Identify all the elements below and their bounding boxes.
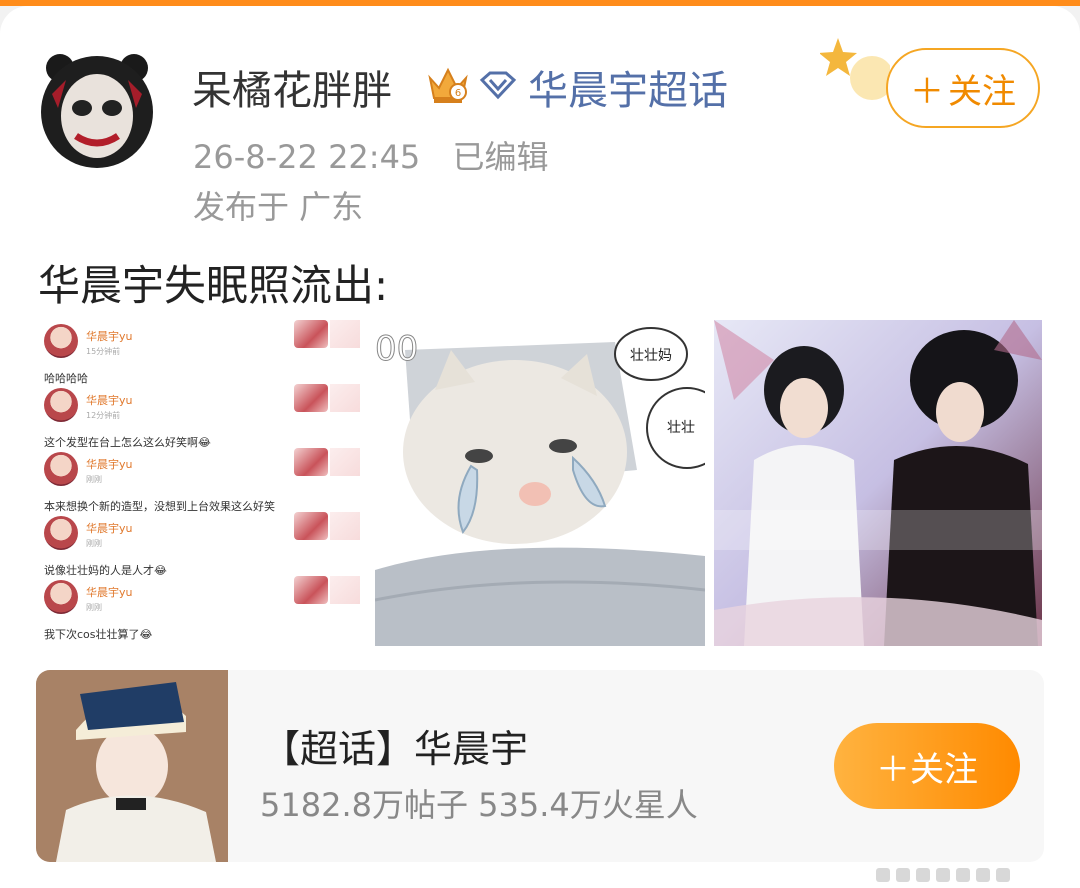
post-text: 华晨宇失眠照流出: bbox=[38, 261, 389, 310]
follow-user-button[interactable]: ＋ 关注 bbox=[886, 48, 1040, 128]
bubble-text-1: 壮壮妈 bbox=[630, 348, 672, 364]
chat-thumbnail bbox=[294, 576, 328, 604]
supertopic-card[interactable]: 【超话】华晨宇 5182.8万帖子 535.4万火星人 ＋ 关注 bbox=[36, 670, 1044, 862]
chat-time: 12分钟前 bbox=[86, 411, 121, 420]
chat-name: 华晨宇yu bbox=[86, 522, 133, 535]
chat-name: 华晨宇yu bbox=[86, 586, 133, 599]
follow-topic-button[interactable]: ＋ 关注 bbox=[834, 723, 1020, 809]
follow-label: 关注 bbox=[948, 71, 1016, 112]
bubble-text-2: 壮壮 bbox=[667, 420, 695, 436]
post-image-3[interactable] bbox=[714, 320, 1042, 646]
chat-thumbnail-faded bbox=[330, 576, 360, 604]
chat-thumbnail bbox=[294, 448, 328, 476]
post-meta-time: 26-8-22 22:45 已编辑 bbox=[193, 132, 548, 178]
chat-thumbnail-faded bbox=[330, 448, 360, 476]
chat-message: 这个发型在台上怎么这么好笑啊😂 bbox=[44, 436, 211, 449]
chat-name: 华晨宇yu bbox=[86, 330, 133, 343]
concert-poster-image bbox=[714, 320, 1042, 646]
post-time: 26-8-22 22:45 bbox=[193, 138, 421, 176]
chat-time: 刚刚 bbox=[86, 475, 102, 484]
plus-icon: ＋ bbox=[910, 71, 944, 112]
user-avatar[interactable] bbox=[38, 50, 156, 168]
supertopic-stats: 5182.8万帖子 535.4万火星人 bbox=[260, 786, 698, 824]
supertopic-title: 【超话】华晨宇 bbox=[262, 727, 529, 771]
supertopic-thumbnail bbox=[36, 670, 228, 862]
star-sticker-icon bbox=[820, 38, 890, 100]
more-indicator-icon bbox=[876, 868, 1010, 882]
chat-name: 华晨宇yu bbox=[86, 394, 133, 407]
post-card: 呆橘花胖胖 6 华晨宇超话 ＋ 关注 26-8-22 22:45 已编辑 发布于… bbox=[0, 6, 1080, 888]
chat-message: 我下次cos壮壮算了😂 bbox=[44, 628, 153, 641]
chat-name: 华晨宇yu bbox=[86, 458, 133, 471]
chat-avatar bbox=[44, 324, 78, 358]
plus-icon: ＋ bbox=[876, 749, 910, 790]
chat-message: 说像壮壮妈的人是人才😂 bbox=[44, 564, 167, 577]
diamond-icon bbox=[479, 71, 517, 100]
chat-message: 哈哈哈哈 bbox=[44, 372, 88, 385]
chat-avatar bbox=[44, 388, 78, 422]
crown-icon: 6 bbox=[428, 67, 468, 103]
chat-time: 15分钟前 bbox=[86, 347, 121, 356]
username[interactable]: 呆橘花胖胖 bbox=[192, 58, 392, 116]
chat-time: 刚刚 bbox=[86, 539, 102, 548]
edited-tag[interactable]: 已编辑 bbox=[452, 138, 548, 176]
chat-thumbnail bbox=[294, 384, 328, 412]
chat-avatar bbox=[44, 580, 78, 614]
chat-thumbnail-faded bbox=[330, 384, 360, 412]
follow-label: 关注 bbox=[910, 749, 978, 790]
chat-thumbnail-faded bbox=[330, 512, 360, 540]
chat-avatar bbox=[44, 452, 78, 486]
svg-text:6: 6 bbox=[455, 88, 461, 99]
chat-time: 刚刚 bbox=[86, 603, 102, 612]
chat-avatar bbox=[44, 516, 78, 550]
chat-message: 本来想换个新的造型，没想到上台效果这么好笑 bbox=[44, 500, 275, 513]
chat-thumbnail-faded bbox=[330, 320, 360, 348]
chat-thumbnail bbox=[294, 512, 328, 540]
post-image-2[interactable]: 壮壮妈 壮壮 00 bbox=[375, 320, 705, 646]
post-location: 发布于 广东 bbox=[193, 188, 364, 226]
partial-text-overlay: 00 bbox=[375, 329, 418, 369]
topic-link[interactable]: 华晨宇超话 bbox=[528, 58, 728, 116]
post-image-1[interactable]: 华晨宇yu 15分钟前 哈哈哈哈 华晨宇yu 12分钟前 这个发型在台上怎么这么… bbox=[38, 320, 368, 646]
crying-cat-image: 壮壮妈 壮壮 00 bbox=[375, 320, 705, 646]
chat-thumbnail bbox=[294, 320, 328, 348]
